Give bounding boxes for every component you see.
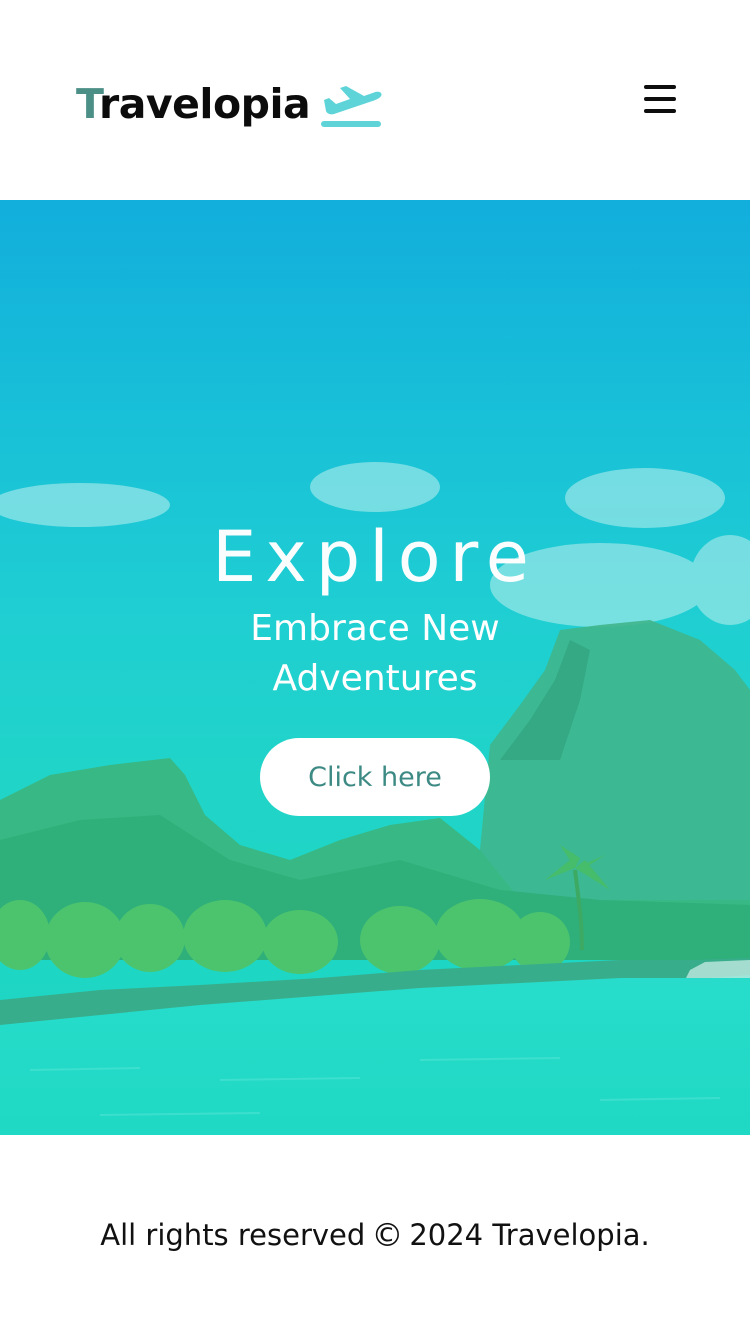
footer-year-brand: 2024 Travelopia. — [409, 1217, 650, 1252]
click-here-button[interactable]: Click here — [260, 738, 490, 816]
hero-banner: Explore Embrace New Adventures Click her… — [0, 200, 750, 1135]
menu-bar — [644, 109, 676, 113]
brand-logo[interactable]: Travelopia — [76, 76, 382, 132]
hero-content: Explore Embrace New Adventures Click her… — [0, 522, 750, 816]
footer-rights-text: All rights reserved — [100, 1217, 366, 1252]
footer-copyright: All rights reserved © 2024 Travelopia. — [100, 1216, 650, 1254]
copyright-icon: © — [371, 1215, 404, 1254]
menu-bar — [644, 97, 676, 101]
menu-bar — [644, 85, 676, 89]
site-header: Travelopia — [0, 0, 750, 200]
brand-name: Travelopia — [76, 79, 311, 128]
hero-title: Explore — [212, 516, 538, 598]
hero-subtitle: Embrace New Adventures — [250, 608, 500, 699]
hamburger-menu-icon[interactable] — [640, 80, 680, 118]
airplane-takeoff-icon — [321, 86, 382, 127]
site-footer: All rights reserved © 2024 Travelopia. — [0, 1135, 750, 1334]
